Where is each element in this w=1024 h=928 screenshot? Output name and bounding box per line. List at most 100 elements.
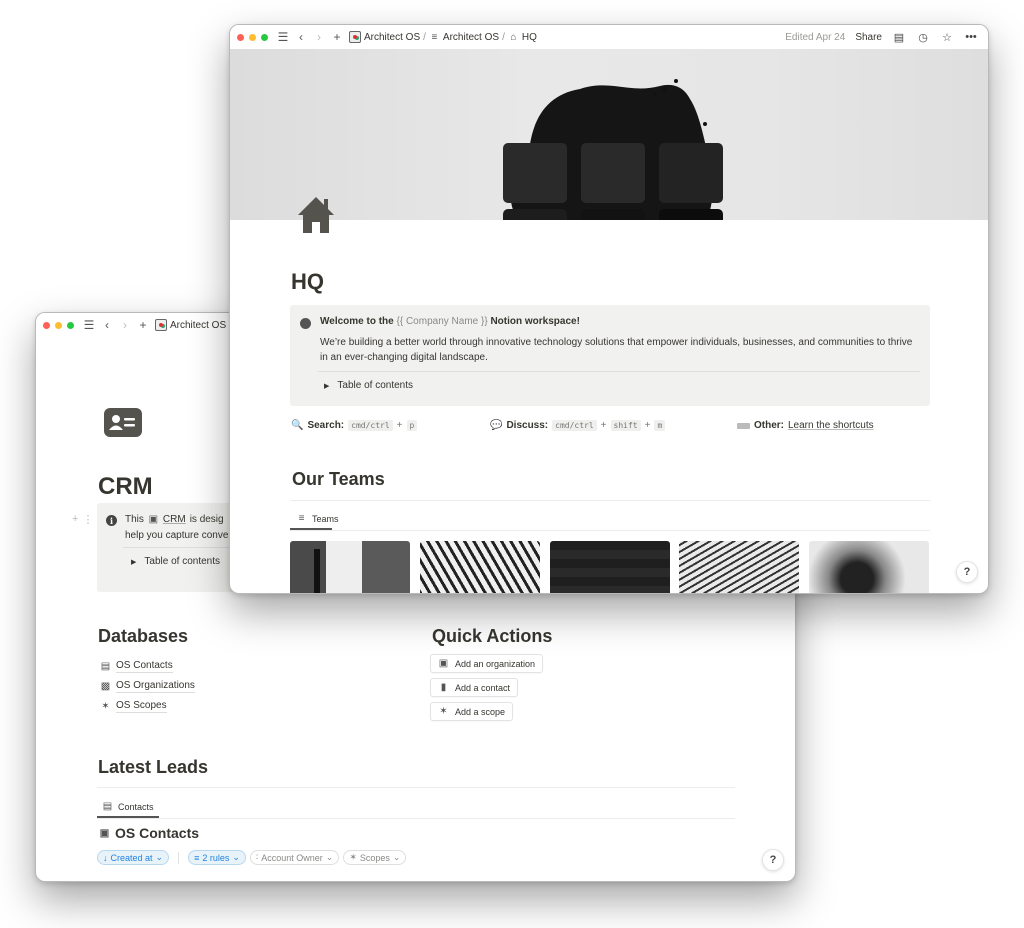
page-cover-image[interactable] (230, 49, 988, 220)
page-title: HQ (291, 269, 324, 294)
close-window-button[interactable] (43, 321, 50, 329)
callout-title: Welcome to the {{ Company Name }} Notion… (320, 316, 580, 327)
view-title[interactable]: ▣ OS Contacts (99, 825, 199, 841)
divider (318, 371, 920, 372)
table-of-contents-toggle[interactable]: ▶ Table of contents (324, 380, 413, 391)
contact-card-icon: ▤ (100, 660, 111, 672)
people-icon: ∶ (255, 852, 259, 862)
history-clock-icon[interactable]: ◷ (916, 30, 930, 44)
share-button[interactable]: Share (855, 32, 882, 43)
crm-mention-link[interactable]: CRM (163, 514, 186, 525)
last-edited: Edited Apr 24 (785, 31, 846, 43)
home-icon[interactable] (296, 195, 336, 237)
key: m (654, 420, 666, 431)
account-owner-filter-pill[interactable]: ∶ Account Owner ⌄ (249, 850, 340, 865)
tab-contacts[interactable]: ▤ Contacts (102, 801, 154, 812)
database-link-os-organizations[interactable]: ▩ OS Organizations (100, 676, 195, 696)
database-link-os-scopes[interactable]: ✶ OS Scopes (100, 696, 195, 716)
telescope-icon: ✶ (101, 700, 110, 712)
sidebar-menu-icon[interactable]: ☰ (83, 318, 95, 332)
sort-down-arrow-icon: ↓ (103, 852, 108, 863)
team-card[interactable] (809, 541, 929, 593)
databases-list: ▤ OS Contacts ▩ OS Organizations ✶ OS Sc… (100, 656, 195, 716)
team-card[interactable] (290, 541, 410, 593)
forward-icon[interactable]: › (119, 318, 131, 332)
titlebar-actions: Edited Apr 24 Share ▤ ◷ ☆ ••• (785, 30, 978, 44)
workspace-logo-icon (155, 319, 167, 331)
tab-teams[interactable]: ≡ Teams (296, 513, 339, 524)
new-page-icon[interactable]: + (137, 318, 149, 332)
callout-line: help you capture conve (125, 530, 229, 541)
other-shortcut: Other: Learn the shortcuts (737, 420, 874, 431)
add-scope-button[interactable]: ✶ Add a scope (430, 702, 514, 721)
breadcrumb-database[interactable]: ≡ Architect OS (429, 31, 500, 43)
sidebar-menu-icon[interactable]: ☰ (277, 30, 289, 44)
keyboard-icon (737, 422, 750, 429)
add-block-icon[interactable]: + (72, 513, 78, 526)
callout-line: This ▣ CRM is desig (125, 514, 224, 525)
team-card[interactable] (420, 541, 540, 593)
toggle-triangle-icon[interactable]: ▶ (324, 382, 329, 390)
maximize-window-button[interactable] (261, 33, 268, 41)
back-icon[interactable]: ‹ (101, 318, 113, 332)
breadcrumb-workspace[interactable]: Architect OS (349, 31, 420, 43)
close-window-button[interactable] (237, 33, 244, 41)
globe-icon (300, 318, 311, 329)
team-card[interactable] (550, 541, 670, 593)
comments-icon[interactable]: ▤ (892, 30, 906, 44)
maximize-window-button[interactable] (67, 321, 74, 329)
database-stack-icon: ≡ (431, 31, 438, 43)
back-icon[interactable]: ‹ (295, 30, 307, 44)
filter-rules-pill[interactable]: ≡ 2 rules ⌄ (188, 850, 246, 865)
more-options-icon[interactable]: ••• (964, 30, 978, 44)
page-icon-contact-card[interactable] (104, 408, 142, 437)
contact-link-icon: ▣ (99, 827, 110, 839)
databases-heading: Databases (98, 626, 189, 646)
page-title: CRM (98, 473, 153, 500)
learn-shortcuts-link[interactable]: Learn the shortcuts (788, 420, 874, 431)
contact-card-icon (109, 415, 135, 430)
database-link-os-contacts[interactable]: ▤ OS Contacts (100, 656, 195, 676)
home-icon: ⌂ (510, 31, 517, 43)
view-filters: ↓ Created at ⌄ ≡ 2 rules ⌄ ∶ Account Own… (97, 850, 407, 865)
contact-link-icon: ▣ (148, 514, 159, 525)
teams-gallery (290, 541, 930, 593)
contact-card-icon: ▤ (102, 801, 113, 812)
briefcase-icon: ▣ (438, 658, 449, 669)
minimize-window-button[interactable] (249, 33, 256, 41)
scopes-filter-pill[interactable]: ✶ Scopes ⌄ (343, 850, 407, 865)
favorite-star-icon[interactable]: ☆ (940, 30, 954, 44)
divider (290, 500, 930, 501)
window-controls (43, 321, 74, 329)
minimize-window-button[interactable] (55, 321, 62, 329)
breadcrumb-separator: / (423, 31, 426, 43)
divider (290, 530, 930, 531)
workspace-logo-icon (349, 31, 361, 43)
speech-bubble-icon: 💬 (490, 420, 503, 431)
telescope-icon: ✶ (439, 706, 448, 717)
team-card-image (314, 549, 320, 593)
help-button[interactable]: ? (956, 561, 978, 583)
magnifier-icon: 🔍 (291, 420, 304, 431)
chevron-down-icon: ⌄ (392, 852, 401, 862)
breadcrumb-separator: / (502, 31, 505, 43)
discuss-shortcut: 💬 Discuss: cmd/ctrl + shift + m (490, 420, 666, 431)
breadcrumb-hq[interactable]: ⌂ HQ (508, 32, 537, 43)
help-button[interactable]: ? (762, 849, 784, 871)
new-page-icon[interactable]: + (331, 30, 343, 44)
shortcuts-row: 🔍 Search: cmd/ctrl + p 💬 Discuss: cmd/ct… (291, 420, 931, 436)
key: cmd/ctrl (552, 420, 597, 431)
telescope-icon: ✶ (349, 852, 357, 862)
breadcrumb-workspace[interactable]: Architect OS (155, 319, 226, 331)
sort-created-at-pill[interactable]: ↓ Created at ⌄ (97, 850, 170, 865)
add-contact-button[interactable]: ▮ Add a contact (430, 678, 519, 697)
divider (97, 787, 735, 788)
add-organization-button[interactable]: ▣ Add an organization (430, 654, 544, 673)
forward-icon[interactable]: › (313, 30, 325, 44)
toggle-triangle-icon[interactable]: ▶ (131, 558, 136, 566)
team-card[interactable] (679, 541, 799, 593)
callout-body: We’re building a better world through in… (320, 337, 913, 363)
chevron-down-icon: ⌄ (232, 852, 240, 862)
table-of-contents-toggle[interactable]: ▶ Table of contents (131, 556, 220, 567)
company-name-placeholder: {{ Company Name }} (396, 316, 488, 327)
